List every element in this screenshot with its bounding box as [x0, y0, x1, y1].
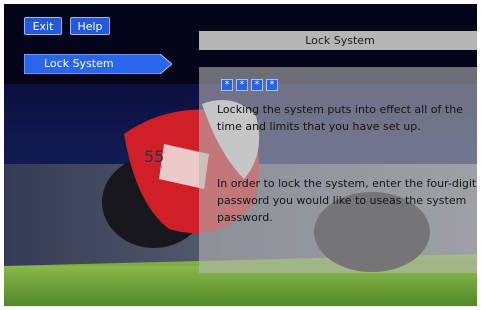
- help-button[interactable]: Help: [70, 17, 110, 35]
- description-text: Locking the system puts into effect all …: [217, 103, 463, 133]
- sidebar-item-label: Lock System: [44, 57, 114, 70]
- password-digit-box-1[interactable]: *: [221, 79, 233, 91]
- panel-title: Lock System: [199, 31, 477, 50]
- exit-button[interactable]: Exit: [24, 17, 62, 35]
- svg-text:55: 55: [144, 147, 164, 166]
- password-digit-box-4[interactable]: *: [266, 79, 278, 91]
- sidebar-item-lock-system[interactable]: Lock System: [24, 54, 172, 74]
- screen: 55 Exit Help Lock System Lock System * *…: [4, 4, 477, 306]
- instruction-text: In order to lock the system, enter the f…: [217, 177, 477, 224]
- password-digit-box-2[interactable]: *: [236, 79, 248, 91]
- lock-system-panel: * * * * Locking the system puts into eff…: [199, 67, 477, 273]
- password-digit-box-3[interactable]: *: [251, 79, 263, 91]
